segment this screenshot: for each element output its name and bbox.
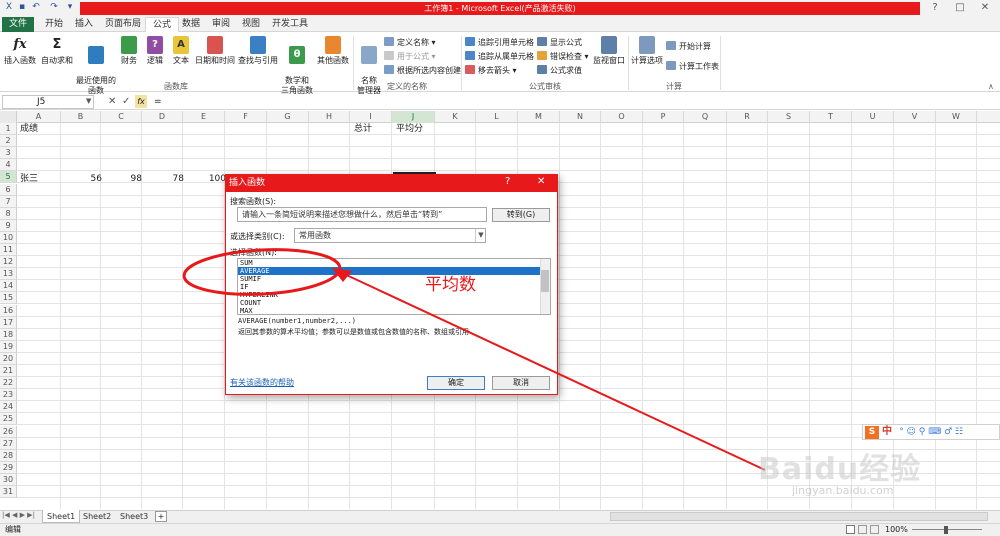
ime-tool-icons[interactable]: ° ☺ ⚲ ⌨ ♂ ☷ xyxy=(899,427,963,437)
ime-toolbar[interactable]: S中 ° ☺ ⚲ ⌨ ♂ ☷ xyxy=(862,424,1000,440)
annotation-circle xyxy=(182,248,342,296)
ime-mode[interactable]: 中 xyxy=(882,426,892,437)
baidu-watermark-url: jingyan.baidu.com xyxy=(792,484,894,497)
baidu-watermark: Baidu经验 xyxy=(758,452,922,487)
annotation-label: 平均数 xyxy=(425,275,476,295)
sogou-logo-icon: S xyxy=(865,426,879,439)
annotation-arrow-line xyxy=(339,271,766,471)
